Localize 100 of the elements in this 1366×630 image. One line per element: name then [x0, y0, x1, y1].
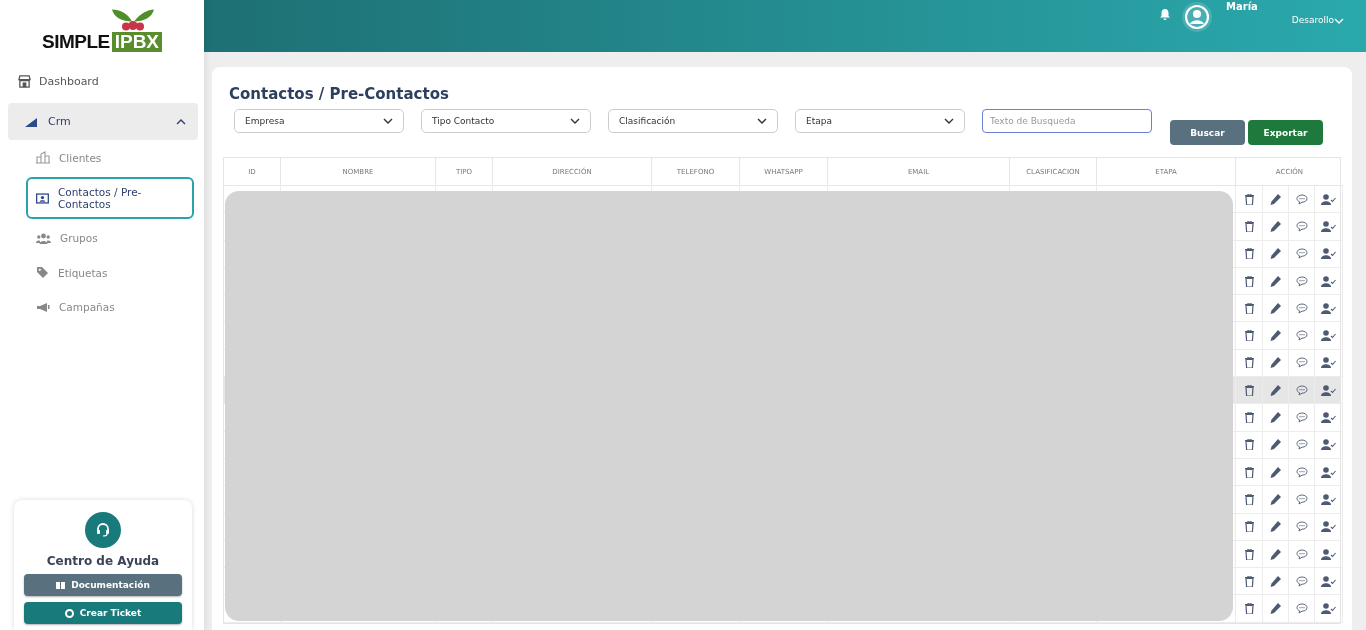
delete-icon[interactable]	[1244, 357, 1254, 369]
megaphone-icon	[36, 301, 50, 313]
pencil-icon[interactable]	[1270, 466, 1281, 478]
delete-icon[interactable]	[1244, 302, 1254, 314]
delete-icon[interactable]	[1244, 548, 1254, 560]
user-check-icon[interactable]	[1321, 439, 1336, 451]
pencil-icon[interactable]	[1270, 275, 1281, 287]
delete-icon[interactable]	[1244, 466, 1254, 478]
user-check-icon[interactable]	[1321, 357, 1336, 369]
delete-icon[interactable]	[1244, 412, 1254, 423]
nav-item[interactable]: Dashboard	[8, 68, 198, 95]
nav-item[interactable]: Grupos	[26, 223, 194, 253]
user-check-icon[interactable]	[1321, 330, 1336, 342]
logo-badge: IPBX	[111, 32, 163, 52]
chat-icon[interactable]	[1295, 302, 1308, 314]
filter-dropdown[interactable]: Tipo Contacto	[421, 109, 591, 133]
buildings-icon	[36, 151, 50, 164]
chat-icon[interactable]	[1295, 220, 1308, 232]
contact-card-icon	[36, 192, 49, 204]
export-button[interactable]: Exportar	[1248, 120, 1323, 145]
chat-icon[interactable]	[1295, 330, 1308, 342]
user-check-icon[interactable]	[1321, 493, 1336, 505]
delete-icon[interactable]	[1244, 330, 1254, 342]
user-check-icon[interactable]	[1321, 248, 1336, 260]
help-title: Centro de Ayuda	[46, 554, 160, 568]
dropdown-caret-icon	[944, 118, 954, 124]
user-check-icon[interactable]	[1321, 603, 1336, 615]
chat-icon[interactable]	[1295, 193, 1308, 205]
search-button[interactable]: Buscar	[1170, 120, 1245, 145]
delete-icon[interactable]	[1244, 575, 1254, 587]
user-menu-caret-icon	[1334, 18, 1344, 24]
filter-dropdown[interactable]: Etapa	[795, 109, 965, 133]
pencil-icon[interactable]	[1270, 412, 1281, 423]
user-check-icon[interactable]	[1321, 548, 1336, 560]
raspberry-leaves-icon	[109, 8, 156, 32]
user-check-icon[interactable]	[1321, 302, 1336, 314]
people-icon	[36, 232, 51, 244]
pencil-icon[interactable]	[1270, 357, 1281, 369]
chat-icon[interactable]	[1295, 466, 1308, 478]
user-check-icon[interactable]	[1321, 466, 1336, 478]
pencil-icon[interactable]	[1270, 493, 1281, 505]
nav-item[interactable]: Contactos / Pre-Contactos	[26, 177, 194, 219]
chat-icon[interactable]	[1295, 603, 1308, 615]
dropdown-caret-icon	[383, 118, 393, 124]
user-role: Desarollo	[1291, 15, 1334, 25]
nav-section[interactable]: Crm	[8, 103, 198, 140]
user-check-icon[interactable]	[1321, 521, 1336, 533]
delete-icon[interactable]	[1244, 521, 1254, 533]
pencil-icon[interactable]	[1270, 603, 1281, 615]
delete-icon[interactable]	[1244, 275, 1254, 287]
pencil-icon[interactable]	[1270, 575, 1281, 587]
documentation-button[interactable]: Documentación	[24, 574, 182, 596]
nav-item[interactable]: Clientes	[26, 142, 194, 173]
delete-icon[interactable]	[1244, 220, 1254, 232]
book-icon	[56, 581, 66, 589]
caret-icon	[176, 118, 186, 125]
nav-item[interactable]: Etiquetas	[26, 257, 194, 288]
chat-icon[interactable]	[1295, 248, 1308, 260]
page-title: Contactos / Pre-Contactos	[229, 85, 450, 103]
tag-icon	[36, 266, 49, 279]
pencil-icon[interactable]	[1270, 248, 1281, 260]
headset-icon	[85, 512, 121, 548]
user-name: María	[1226, 1, 1259, 12]
delete-icon[interactable]	[1244, 439, 1254, 451]
nav-item[interactable]: Campañas	[26, 292, 194, 322]
delete-icon[interactable]	[1244, 603, 1254, 615]
user-check-icon[interactable]	[1321, 412, 1336, 423]
delete-icon[interactable]	[1244, 384, 1254, 396]
ticket-button[interactable]: Crear Ticket	[24, 602, 182, 624]
avatar-icon[interactable]	[1182, 2, 1212, 32]
filter-dropdown[interactable]: Empresa	[234, 109, 404, 133]
filter-dropdown[interactable]: Clasificación	[608, 109, 778, 133]
delete-icon[interactable]	[1244, 248, 1254, 260]
chat-icon[interactable]	[1295, 412, 1308, 423]
chat-icon[interactable]	[1295, 439, 1308, 451]
pencil-icon[interactable]	[1270, 302, 1281, 314]
delete-icon[interactable]	[1244, 493, 1254, 505]
pencil-icon[interactable]	[1270, 330, 1281, 342]
search-field[interactable]: Texto de Busqueda	[982, 109, 1152, 133]
chat-icon[interactable]	[1295, 521, 1308, 533]
user-check-icon[interactable]	[1321, 275, 1336, 287]
chat-icon[interactable]	[1295, 548, 1308, 560]
delete-icon[interactable]	[1244, 193, 1254, 205]
pencil-icon[interactable]	[1270, 548, 1281, 560]
chart-icon	[24, 115, 38, 128]
user-check-icon[interactable]	[1321, 220, 1336, 232]
bell-icon[interactable]	[1160, 9, 1170, 20]
user-check-icon[interactable]	[1321, 384, 1336, 396]
pencil-icon[interactable]	[1270, 439, 1281, 451]
user-check-icon[interactable]	[1321, 575, 1336, 587]
user-check-icon[interactable]	[1321, 193, 1336, 205]
pencil-icon[interactable]	[1270, 384, 1281, 396]
pencil-icon[interactable]	[1270, 521, 1281, 533]
chat-icon[interactable]	[1295, 575, 1308, 587]
chat-icon[interactable]	[1295, 493, 1308, 505]
chat-icon[interactable]	[1295, 275, 1308, 287]
chat-icon[interactable]	[1295, 357, 1308, 369]
pencil-icon[interactable]	[1270, 220, 1281, 232]
pencil-icon[interactable]	[1270, 193, 1281, 205]
chat-icon[interactable]	[1295, 384, 1308, 396]
